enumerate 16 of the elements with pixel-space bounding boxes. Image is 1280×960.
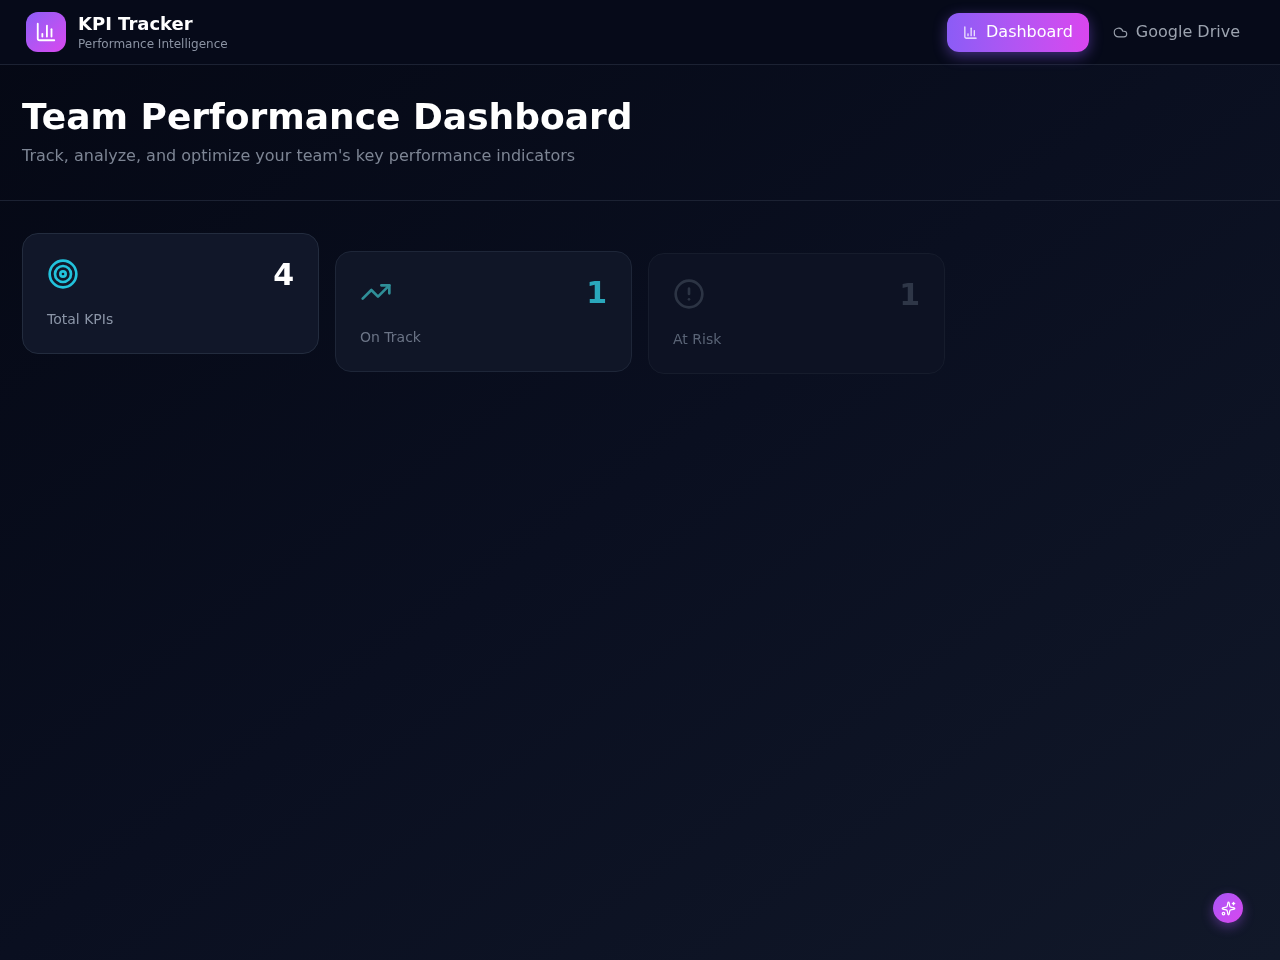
cloud-icon (1112, 24, 1128, 40)
app-logo-icon (26, 12, 66, 52)
stat-label: On Track (360, 328, 422, 347)
stat-label: At Risk (673, 330, 723, 349)
stat-value: 1 (586, 276, 607, 308)
bar-chart-icon (963, 24, 978, 40)
stat-label: Total KPIs (47, 310, 115, 329)
stat-value: 4 (273, 258, 294, 290)
app-tagline: Performance Intelligence (78, 36, 228, 52)
sparkles-icon (1220, 900, 1236, 916)
page-subtitle: Track, analyze, and optimize your team's key performance indicators (22, 145, 577, 167)
nav-tab[interactable]: Dashboard (947, 12, 1089, 52)
page-title: Team Performance Dashboard (22, 95, 634, 139)
nav-tab[interactable]: Google Drive (1096, 12, 1256, 52)
app-name: KPI Tracker (78, 12, 194, 36)
assistant-button[interactable] (1213, 893, 1243, 923)
